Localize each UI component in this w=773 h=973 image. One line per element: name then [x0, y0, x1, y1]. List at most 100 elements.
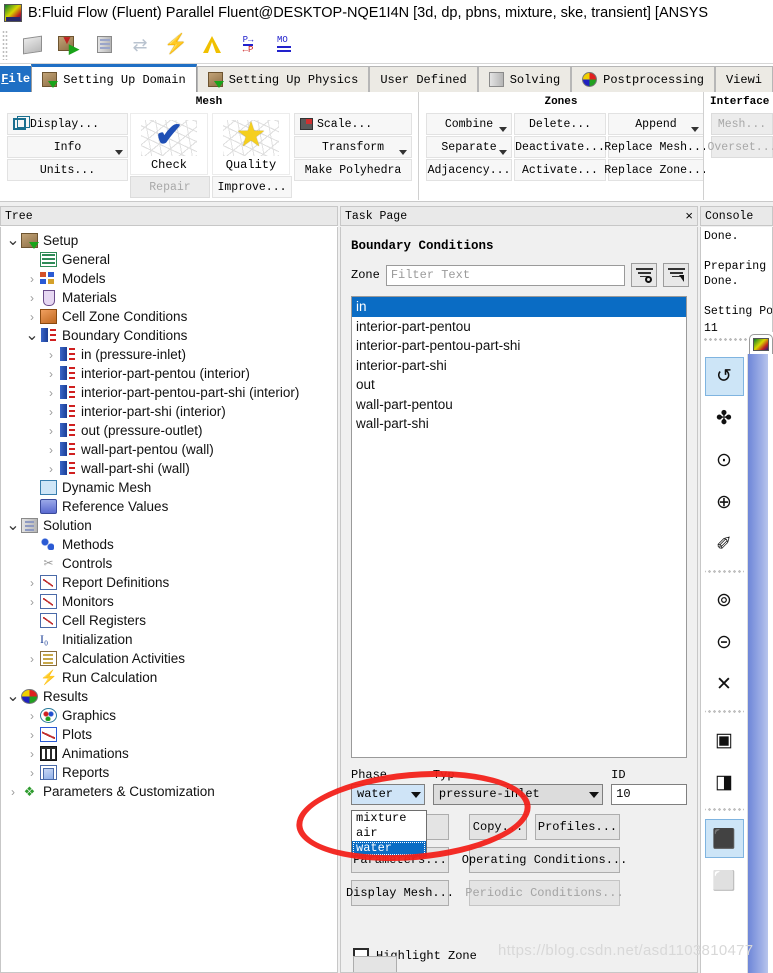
zoom-previous-icon[interactable]: ⊝: [705, 623, 744, 662]
operating-conditions-button[interactable]: Operating Conditions...: [462, 847, 627, 873]
phase-option[interactable]: mixture: [352, 811, 426, 826]
tab-file[interactable]: File: [0, 66, 32, 92]
tree-item-reports[interactable]: › Reports: [1, 763, 337, 782]
mesh-scale-button[interactable]: Scale...: [294, 113, 412, 135]
tree-item-solution[interactable]: ⌄ Solution: [1, 516, 337, 535]
mesh-repair-button[interactable]: Repair: [130, 176, 210, 198]
tree-item-boundary-conditions[interactable]: ⌄ Boundary Conditions: [1, 326, 337, 345]
sort-by-id-button[interactable]: [631, 263, 657, 287]
tree-item-interior-part-pentou-part-shi-interior[interactable]: › interior-part-pentou-part-shi (interior…: [1, 383, 337, 402]
tree-item-out-pressure-outlet[interactable]: › out (pressure-outlet): [1, 421, 337, 440]
mesh-make-polyhedra-button[interactable]: Make Polyhedra: [294, 159, 412, 181]
monitor-list-icon[interactable]: MO: [266, 29, 302, 61]
phase-dropdown[interactable]: water: [351, 784, 425, 805]
tree-item-materials[interactable]: › Materials: [1, 288, 337, 307]
chevron-right-icon[interactable]: ›: [24, 576, 40, 590]
chevron-right-icon[interactable]: ›: [24, 310, 40, 324]
interface-overset-button[interactable]: Overset...: [708, 136, 773, 158]
zone-list-item[interactable]: interior-part-shi: [352, 356, 686, 376]
wireframe-view-icon[interactable]: ⬜: [705, 861, 744, 900]
chevron-right-icon[interactable]: ›: [24, 709, 40, 723]
phase-dropdown-options[interactable]: mixture air water: [351, 810, 427, 857]
tree-item-wall-part-pentou-wall[interactable]: › wall-part-pentou (wall): [1, 440, 337, 459]
zone-list[interactable]: in interior-part-pentou interior-part-pent…: [351, 296, 687, 758]
graphics-drag-handle[interactable]: [703, 337, 747, 343]
chevron-right-icon[interactable]: ›: [43, 405, 59, 419]
tree-item-setup[interactable]: ⌄ Setup: [1, 231, 337, 250]
chevron-down-icon[interactable]: ⌄: [5, 517, 21, 533]
tree-item-run-calculation[interactable]: ⚡ Run Calculation: [1, 668, 337, 687]
tab-postprocessing[interactable]: Postprocessing: [571, 66, 715, 92]
chevron-right-icon[interactable]: ›: [43, 386, 59, 400]
tree-list[interactable]: ⌄ Setup General › Models › Materials › Cell Zone…: [0, 227, 338, 973]
tree-item-wall-part-shi-wall[interactable]: › wall-part-shi (wall): [1, 459, 337, 478]
chevron-down-icon[interactable]: ⌄: [5, 688, 21, 704]
tree-item-parameters-customization[interactable]: › ❖ Parameters & Customization: [1, 782, 337, 801]
chevron-right-icon[interactable]: ›: [24, 272, 40, 286]
chevron-right-icon[interactable]: ›: [24, 291, 40, 305]
ansys-logo-icon[interactable]: [194, 29, 230, 61]
zones-replace-zone-button[interactable]: Replace Zone...: [604, 159, 708, 181]
filter-options-button[interactable]: [663, 263, 689, 287]
zone-filter-input[interactable]: Filter Text: [385, 264, 625, 286]
zones-deactivate-button[interactable]: Deactivate...: [514, 136, 606, 158]
camera-snapshot-icon[interactable]: ▣: [705, 721, 744, 760]
tab-setting-up-physics[interactable]: Setting Up Physics: [196, 66, 370, 92]
tree-item-reference-values[interactable]: Reference Values: [1, 497, 337, 516]
read-mesh-icon[interactable]: ▼ ▶: [50, 29, 86, 61]
chevron-down-icon[interactable]: [691, 127, 699, 132]
zone-list-item[interactable]: interior-part-pentou-part-shi: [352, 336, 686, 356]
viewport-tab[interactable]: [749, 334, 773, 354]
periodic-conditions-button[interactable]: Periodic Conditions...: [465, 880, 624, 906]
mesh-transform-button[interactable]: Transform: [294, 136, 412, 158]
chevron-down-icon[interactable]: [499, 150, 507, 155]
display-options-icon[interactable]: ◨: [705, 763, 744, 802]
tab-solving[interactable]: Solving: [477, 66, 572, 92]
chevron-down-icon[interactable]: [399, 150, 407, 155]
chevron-right-icon[interactable]: ›: [5, 785, 21, 799]
rotate-view-icon[interactable]: ↺: [704, 357, 744, 396]
tree-item-graphics[interactable]: › Graphics: [1, 706, 337, 725]
chevron-right-icon[interactable]: ›: [24, 747, 40, 761]
chevron-down-icon[interactable]: [115, 150, 123, 155]
tree-item-general[interactable]: General: [1, 250, 337, 269]
chevron-down-icon[interactable]: [499, 127, 507, 132]
zones-adjacency-button[interactable]: Adjacency...: [426, 159, 512, 181]
mesh-info-button[interactable]: Info: [7, 136, 128, 158]
tab-setting-up-domain[interactable]: Setting Up Domain: [31, 64, 197, 92]
toolbar-drag-handle[interactable]: [2, 29, 8, 60]
tree-item-animations[interactable]: › Animations: [1, 744, 337, 763]
chevron-down-icon[interactable]: ⌄: [24, 327, 40, 343]
run-calculation-icon[interactable]: ⚡: [158, 29, 194, 61]
chevron-right-icon[interactable]: ›: [24, 595, 40, 609]
zone-list-item[interactable]: wall-part-pentou: [352, 395, 686, 415]
mesh-improve-button[interactable]: Improve...: [212, 176, 292, 198]
help-button[interactable]: [353, 956, 397, 972]
interface-mesh-button[interactable]: Mesh...: [711, 113, 773, 135]
chevron-right-icon[interactable]: ›: [24, 728, 40, 742]
phase-option[interactable]: air: [352, 826, 426, 841]
chevron-right-icon[interactable]: ›: [43, 348, 59, 362]
tree-item-initialization[interactable]: I₀ Initialization: [1, 630, 337, 649]
mesh-display-button[interactable]: Display...: [7, 113, 128, 135]
tree-item-monitors[interactable]: › Monitors: [1, 592, 337, 611]
chevron-right-icon[interactable]: ›: [24, 766, 40, 780]
tree-item-models[interactable]: › Models: [1, 269, 337, 288]
tree-item-controls[interactable]: ✂ Controls: [1, 554, 337, 573]
chevron-right-icon[interactable]: ›: [43, 462, 59, 476]
phase-option[interactable]: water: [352, 841, 426, 856]
tree-item-in-pressure-inlet[interactable]: › in (pressure-inlet): [1, 345, 337, 364]
tree-item-plots[interactable]: › Plots: [1, 725, 337, 744]
display-mesh-button[interactable]: Display Mesh...: [346, 880, 454, 906]
zones-append-button[interactable]: Append: [608, 113, 704, 135]
probe-picker-icon[interactable]: ✐: [705, 525, 744, 564]
type-dropdown[interactable]: pressure-inlet: [432, 784, 604, 805]
chevron-right-icon[interactable]: ›: [24, 652, 40, 666]
mesh-check-button[interactable]: ✔ Check: [130, 113, 208, 175]
tree-item-cell-zone-conditions[interactable]: › Cell Zone Conditions: [1, 307, 337, 326]
zoom-out-magnifier-icon[interactable]: ⊙: [705, 441, 744, 480]
zones-combine-button[interactable]: Combine: [426, 113, 512, 135]
chevron-down-icon[interactable]: ⌄: [5, 232, 21, 248]
zones-activate-button[interactable]: Activate...: [514, 159, 606, 181]
zoom-to-fit-icon[interactable]: ⊚: [705, 581, 744, 620]
